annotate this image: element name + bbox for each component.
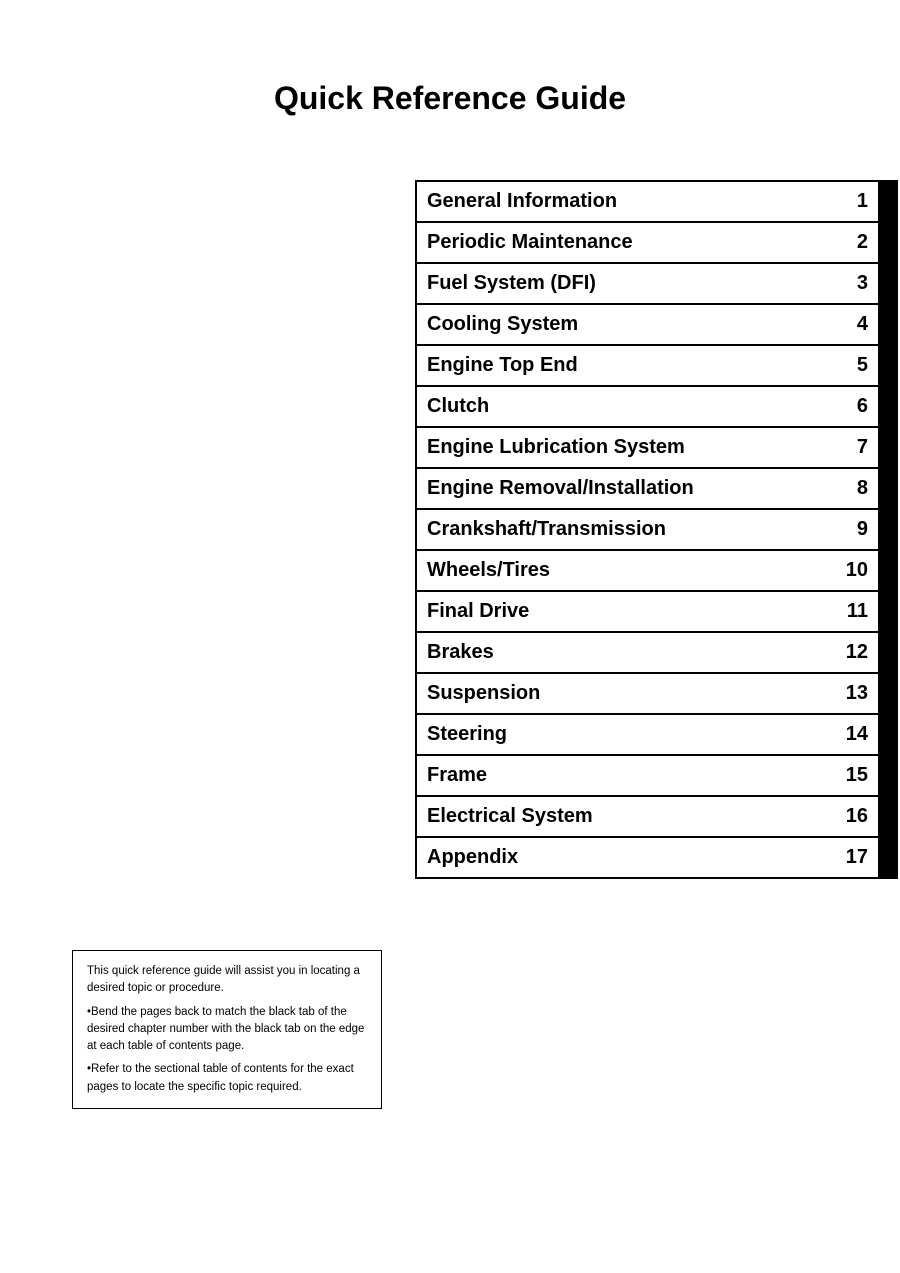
toc-item-label: Periodic Maintenance [417,223,828,262]
toc-item-label: Final Drive [417,592,828,631]
toc-item-number: 3 [828,264,878,303]
toc-item-number: 8 [828,469,878,508]
toc-item-tab [878,264,896,303]
note-line3: •Refer to the sectional table of content… [87,1061,367,1096]
toc-item-label: Engine Lubrication System [417,428,828,467]
toc-item-number: 16 [828,797,878,836]
toc-item-label: Cooling System [417,305,828,344]
toc-item-number: 9 [828,510,878,549]
toc-item-number: 14 [828,715,878,754]
toc-item-number: 13 [828,674,878,713]
toc-item-number: 7 [828,428,878,467]
toc-item[interactable]: Cooling System4 [415,303,898,344]
toc-item-tab [878,182,896,221]
toc-item-tab [878,838,896,877]
toc-item[interactable]: Wheels/Tires10 [415,549,898,590]
toc-item-number: 6 [828,387,878,426]
note-line1: This quick reference guide will assist y… [87,963,367,998]
toc-item[interactable]: Crankshaft/Transmission9 [415,508,898,549]
toc-item-label: Suspension [417,674,828,713]
page-title: Quick Reference Guide [0,0,900,177]
toc-item-tab [878,551,896,590]
toc-item-label: Frame [417,756,828,795]
toc-item-label: Clutch [417,387,828,426]
toc-item-label: Appendix [417,838,828,877]
toc-item-number: 12 [828,633,878,672]
note-box: This quick reference guide will assist y… [72,950,382,1109]
toc-item-number: 1 [828,182,878,221]
toc-item[interactable]: General Information1 [415,180,898,221]
toc-item-tab [878,674,896,713]
toc-item-label: Engine Top End [417,346,828,385]
toc-item[interactable]: Frame15 [415,754,898,795]
toc-item-number: 10 [828,551,878,590]
toc-item-label: Steering [417,715,828,754]
toc-item-tab [878,223,896,262]
toc-item[interactable]: Periodic Maintenance2 [415,221,898,262]
toc-item-tab [878,592,896,631]
toc-item-number: 15 [828,756,878,795]
toc-item[interactable]: Engine Removal/Installation8 [415,467,898,508]
toc-item[interactable]: Engine Lubrication System7 [415,426,898,467]
toc-item-tab [878,469,896,508]
toc-item-label: Electrical System [417,797,828,836]
toc-item[interactable]: Engine Top End5 [415,344,898,385]
toc-item-tab [878,633,896,672]
toc-item[interactable]: Fuel System (DFI)3 [415,262,898,303]
toc-item[interactable]: Steering14 [415,713,898,754]
toc-container: General Information1Periodic Maintenance… [415,180,898,879]
toc-item[interactable]: Clutch6 [415,385,898,426]
toc-item[interactable]: Final Drive11 [415,590,898,631]
toc-item-number: 11 [828,592,878,631]
toc-item-tab [878,428,896,467]
toc-item-label: Fuel System (DFI) [417,264,828,303]
note-line2: •Bend the pages back to match the black … [87,1004,367,1056]
toc-item-tab [878,510,896,549]
toc-item-label: Wheels/Tires [417,551,828,590]
toc-item-number: 4 [828,305,878,344]
toc-item-label: Crankshaft/Transmission [417,510,828,549]
toc-item-tab [878,305,896,344]
toc-item-label: Engine Removal/Installation [417,469,828,508]
toc-item[interactable]: Electrical System16 [415,795,898,836]
toc-item-label: General Information [417,182,828,221]
toc-item-tab [878,797,896,836]
toc-item-tab [878,346,896,385]
toc-item-number: 2 [828,223,878,262]
toc-item-number: 5 [828,346,878,385]
toc-item[interactable]: Appendix17 [415,836,898,879]
toc-item-tab [878,756,896,795]
toc-item[interactable]: Suspension13 [415,672,898,713]
toc-item-tab [878,387,896,426]
toc-item[interactable]: Brakes12 [415,631,898,672]
toc-item-tab [878,715,896,754]
toc-item-label: Brakes [417,633,828,672]
toc-item-number: 17 [828,838,878,877]
